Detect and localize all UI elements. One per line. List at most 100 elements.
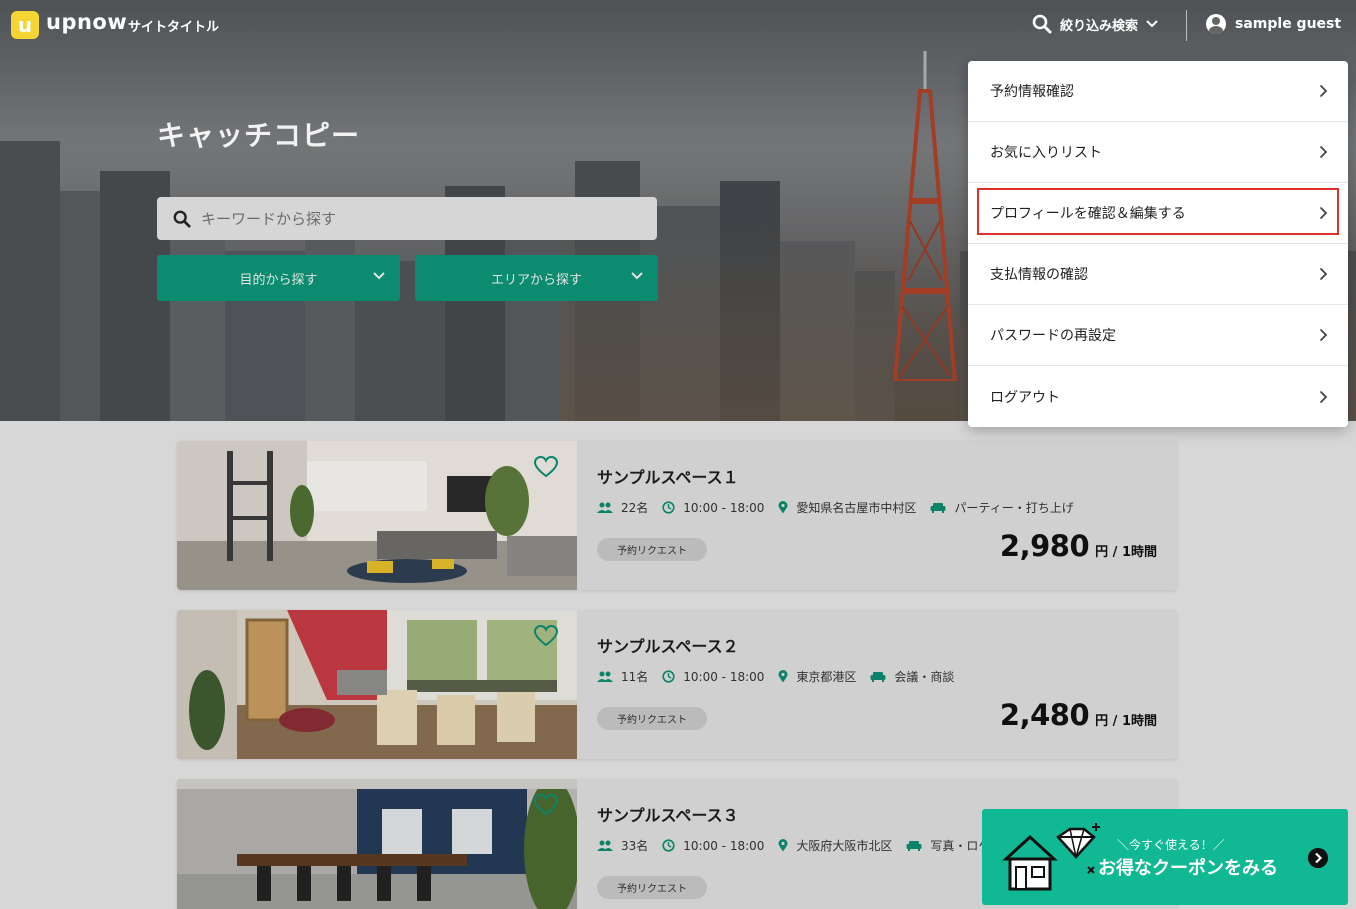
chevron-down-icon: [373, 272, 385, 280]
site-header: u upnow サイトタイトル 絞り込み検索 sample guest: [0, 0, 1356, 52]
filter-search-button[interactable]: 絞り込み検索: [1032, 14, 1158, 34]
chevron-right-icon: [1319, 328, 1328, 342]
menu-item-reservations[interactable]: 予約情報確認: [968, 61, 1348, 122]
location: 大阪府大阪市北区: [778, 837, 892, 854]
location-value: 大阪府大阪市北区: [796, 839, 893, 853]
price-unit: 円 / 1時間: [1095, 545, 1157, 560]
space-photo[interactable]: [177, 610, 577, 759]
filter-search-label: 絞り込み検索: [1060, 18, 1139, 34]
space-meta: 11名 10:00 - 18:00 東京都港区 会議・商談: [597, 668, 968, 685]
space-meta: 33名 10:00 - 18:00 大阪府大阪市北区 写真・ロケ: [597, 837, 1004, 854]
location-pin-icon: [778, 670, 788, 683]
header-divider: [1186, 10, 1187, 41]
capacity-value: 33名: [621, 839, 649, 853]
menu-item-payment[interactable]: 支払情報の確認: [968, 244, 1348, 305]
user-dropdown-menu: 予約情報確認 お気に入りリスト プロフィールを確認＆編集する 支払情報の確認 パ…: [968, 61, 1348, 427]
chevron-right-icon: [1319, 145, 1328, 159]
capacity-value: 11名: [621, 670, 649, 684]
hours-value: 10:00 - 18:00: [683, 838, 765, 853]
hours-value: 10:00 - 18:00: [683, 669, 765, 684]
menu-item-label: お気に入りリスト: [990, 145, 1102, 161]
menu-item-label: パスワードの再設定: [990, 328, 1116, 344]
sofa-icon: [870, 672, 886, 682]
chevron-right-icon: [1319, 390, 1328, 403]
clock-icon: [662, 670, 675, 683]
chevron-right-icon: [1319, 267, 1328, 281]
people-icon: [597, 840, 613, 851]
house-diamond-icon: [1002, 823, 1100, 891]
capacity: 11名: [597, 668, 648, 685]
reservation-request-badge: 予約リクエスト: [597, 876, 707, 899]
menu-item-label: プロフィールを確認＆編集する: [990, 206, 1186, 222]
purpose: 写真・ロケ: [906, 837, 990, 854]
menu-item-label: ログアウト: [990, 389, 1060, 406]
purpose-value: パーティー・打ち上げ: [954, 501, 1074, 515]
heart-icon[interactable]: [534, 456, 558, 478]
keyword-search-box[interactable]: [157, 197, 657, 240]
chevron-right-icon: [1319, 206, 1328, 220]
user-icon: [1206, 14, 1226, 34]
arrow-right-circle-icon: [1308, 848, 1328, 868]
clock-icon: [662, 839, 675, 852]
price-value: 2,480: [999, 698, 1090, 732]
user-menu-button[interactable]: sample guest: [1206, 14, 1341, 34]
price-value: 2,980: [999, 529, 1090, 563]
location-pin-icon: [778, 839, 788, 852]
purpose-dropdown[interactable]: 目的から探す: [157, 255, 400, 301]
space-name[interactable]: サンプルスペース１: [597, 464, 739, 488]
chevron-down-icon: [631, 272, 643, 280]
space-photo[interactable]: [177, 441, 577, 590]
space-name[interactable]: サンプルスペース３: [597, 802, 739, 826]
hours-value: 10:00 - 18:00: [683, 500, 765, 515]
purpose-dropdown-label: 目的から探す: [239, 272, 318, 288]
clock-icon: [662, 501, 675, 514]
keyword-search-input[interactable]: [201, 209, 621, 228]
hours: 10:00 - 18:00: [662, 670, 764, 684]
purpose: パーティー・打ち上げ: [930, 499, 1074, 516]
coupon-subtitle: ＼今すぐ使える！／: [1117, 838, 1225, 852]
menu-item-label: 予約情報確認: [990, 84, 1074, 100]
price: 2,480 円 / 1時間: [1000, 698, 1157, 732]
area-dropdown-label: エリアから探す: [490, 272, 582, 288]
location: 愛知県名古屋市中村区: [778, 499, 916, 516]
heart-icon[interactable]: [534, 794, 558, 816]
coupon-banner[interactable]: ＼今すぐ使える！／ お得なクーポンをみる: [982, 809, 1348, 905]
sofa-icon: [906, 841, 922, 851]
location-pin-icon: [778, 501, 788, 514]
reservation-request-badge: 予約リクエスト: [597, 538, 707, 561]
capacity: 22名: [597, 499, 648, 516]
hours: 10:00 - 18:00: [662, 501, 764, 515]
site-title[interactable]: サイトタイトル: [128, 16, 219, 35]
logo-icon[interactable]: u: [11, 11, 39, 39]
space-card[interactable]: サンプルスペース１ 22名 10:00 - 18:00 愛知県名古屋市中村区 パ…: [177, 441, 1177, 590]
capacity: 33名: [597, 837, 648, 854]
purpose-value: 会議・商談: [894, 670, 955, 684]
space-photo-image: [177, 779, 577, 909]
space-photo[interactable]: [177, 779, 577, 909]
menu-item-favorites[interactable]: お気に入りリスト: [968, 122, 1348, 183]
purpose: 会議・商談: [870, 668, 954, 685]
space-photo-image: [177, 441, 577, 590]
catch-copy: キャッチコピー: [157, 119, 361, 152]
price-unit: 円 / 1時間: [1095, 714, 1157, 729]
reservation-request-badge: 予約リクエスト: [597, 707, 707, 730]
user-name: sample guest: [1235, 16, 1342, 32]
hours: 10:00 - 18:00: [662, 839, 764, 853]
location-value: 東京都港区: [796, 670, 857, 684]
menu-item-logout[interactable]: ログアウト: [968, 366, 1348, 427]
search-icon: [173, 210, 191, 228]
menu-item-password-reset[interactable]: パスワードの再設定: [968, 305, 1348, 366]
location-value: 愛知県名古屋市中村区: [796, 501, 917, 515]
location: 東京都港区: [778, 668, 856, 685]
space-card[interactable]: サンプルスペース２ 11名 10:00 - 18:00 東京都港区 会議・商談 …: [177, 610, 1177, 759]
logo-text[interactable]: upnow: [46, 10, 127, 34]
heart-icon[interactable]: [534, 625, 558, 647]
space-photo-image: [177, 610, 577, 759]
people-icon: [597, 502, 613, 513]
area-dropdown[interactable]: エリアから探す: [415, 255, 658, 301]
space-name[interactable]: サンプルスペース２: [597, 633, 739, 657]
people-icon: [597, 671, 613, 682]
menu-item-profile-edit[interactable]: プロフィールを確認＆編集する: [968, 183, 1348, 244]
search-icon: [1032, 14, 1052, 34]
coupon-title: お得なクーポンをみる: [1098, 858, 1278, 879]
